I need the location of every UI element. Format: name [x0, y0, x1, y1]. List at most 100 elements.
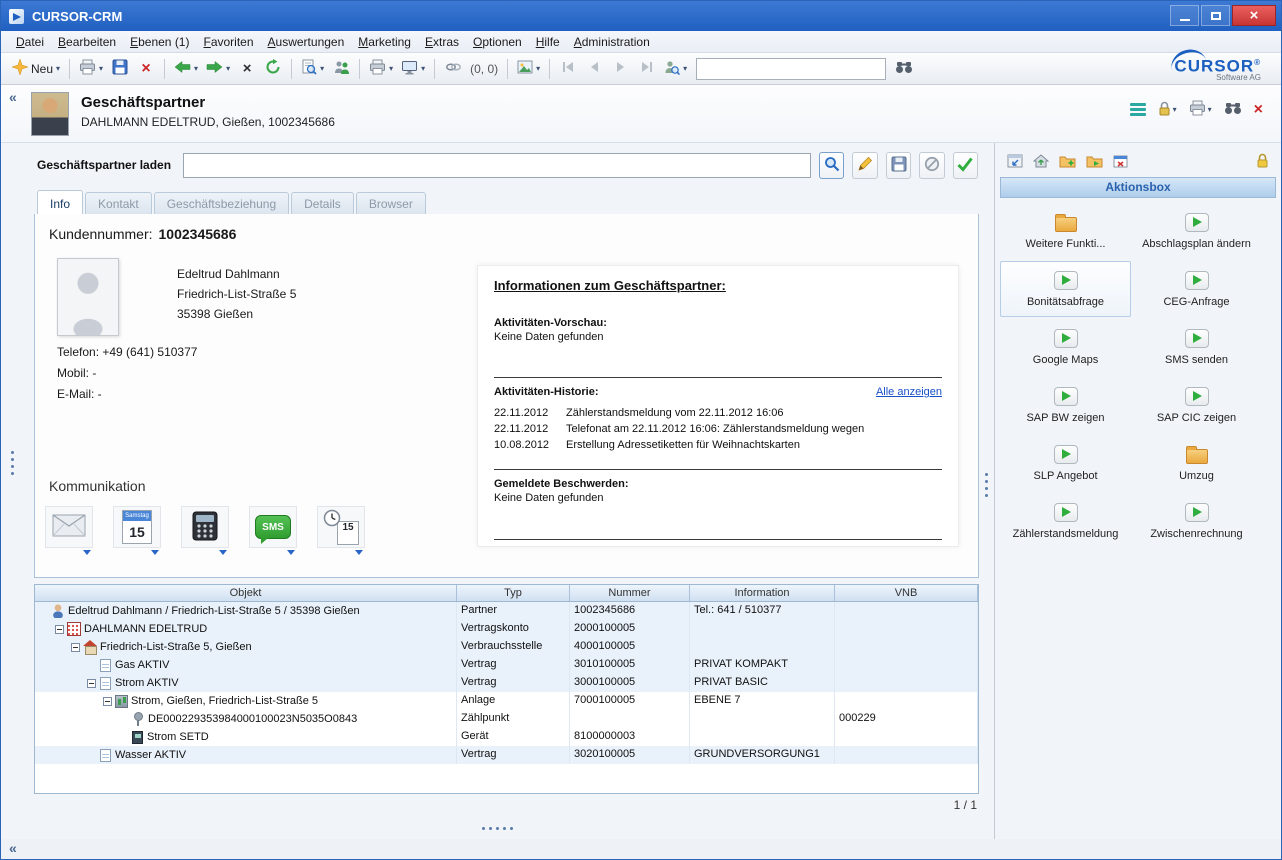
aktionsbox-lock-button[interactable] [1256, 153, 1269, 171]
menu-item[interactable]: Optionen [466, 32, 529, 52]
table-row[interactable]: Edeltrud Dahlmann / Friedrich-List-Straß… [35, 602, 978, 620]
tab[interactable]: Geschäftsbeziehung [154, 192, 289, 214]
close-record-button[interactable]: × [235, 56, 259, 82]
task-action-button[interactable]: 15 [317, 506, 365, 548]
table-row[interactable]: Strom, Gießen, Friedrich-List-Straße 5 A… [35, 692, 978, 710]
menu-item[interactable]: Marketing [351, 32, 418, 52]
minimize-button[interactable] [1170, 5, 1199, 26]
action-item[interactable]: Zwischenrechnung [1131, 493, 1262, 549]
back-button[interactable]: ▾ [171, 56, 201, 82]
menu-item[interactable]: Auswertungen [261, 32, 352, 52]
action-item[interactable]: Zählerstandsmeldung [1000, 493, 1131, 549]
collapse-bottom-button[interactable]: « [9, 841, 17, 855]
menu-item[interactable]: Bearbeiten [51, 32, 123, 52]
find-button[interactable] [892, 56, 916, 82]
column-header[interactable]: Information [690, 585, 835, 601]
table-row[interactable]: Strom SETD Gerät 8100000003 [35, 728, 978, 746]
refresh-button[interactable] [261, 56, 285, 82]
print-list-button[interactable]: ▾ [366, 56, 396, 82]
lock-button[interactable]: ▾ [1158, 101, 1177, 119]
tab[interactable]: Kontakt [85, 192, 152, 214]
tab[interactable]: Browser [356, 192, 426, 214]
action-item[interactable]: CEG-Anfrage [1131, 261, 1262, 317]
forward-button[interactable]: ▾ [203, 56, 233, 82]
table-row[interactable]: DAHLMANN EDELTRUD Vertragskonto 20001000… [35, 620, 978, 638]
loader-input[interactable] [183, 153, 811, 178]
action-item[interactable]: Bonitätsabfrage [1000, 261, 1131, 317]
edit-button[interactable] [852, 152, 877, 179]
dropdown-caret-icon[interactable] [287, 550, 295, 555]
column-header[interactable]: Typ [457, 585, 570, 601]
table-row[interactable]: Friedrich-List-Straße 5, Gießen Verbrauc… [35, 638, 978, 656]
nav-first-button[interactable] [556, 56, 580, 82]
dropdown-caret-icon[interactable] [151, 550, 159, 555]
action-item[interactable]: Umzug [1131, 435, 1262, 491]
collapse-left-button[interactable]: « [9, 90, 17, 104]
tab[interactable]: Details [291, 192, 354, 214]
toolbar-search-input[interactable] [696, 58, 886, 80]
menu-item[interactable]: Ebenen (1) [123, 32, 196, 52]
cancel-edit-button[interactable] [919, 152, 944, 179]
alle-anzeigen-link[interactable]: Alle anzeigen [876, 386, 942, 398]
home-up-button[interactable] [1033, 154, 1049, 171]
search-button[interactable] [819, 152, 844, 179]
action-item[interactable]: Abschlagsplan ändern [1131, 203, 1262, 259]
header-print-button[interactable]: ▾ [1189, 100, 1212, 119]
nav-prev-button[interactable] [582, 56, 606, 82]
expander-icon[interactable] [71, 643, 80, 652]
action-item[interactable]: SAP BW zeigen [1000, 377, 1131, 433]
import-window-button[interactable] [1007, 154, 1023, 171]
dropdown-caret-icon[interactable] [355, 550, 363, 555]
tab[interactable]: Info [37, 190, 83, 215]
preview-button[interactable]: ▾ [298, 56, 327, 82]
action-item[interactable]: SMS senden [1131, 319, 1262, 375]
folder-run-button[interactable] [1086, 154, 1103, 171]
delete-button[interactable]: × [134, 56, 158, 82]
print-button[interactable]: ▾ [76, 56, 106, 82]
menu-item[interactable]: Favoriten [196, 32, 260, 52]
confirm-button[interactable] [953, 152, 978, 179]
expander-icon[interactable] [103, 697, 112, 706]
menu-item[interactable]: Extras [418, 32, 466, 52]
relations-button[interactable] [329, 56, 353, 82]
person-search-button[interactable]: ▾ [660, 56, 690, 82]
table-row[interactable]: Strom AKTIV Vertrag 3000100005 PRIVAT BA… [35, 674, 978, 692]
save-button[interactable] [108, 56, 132, 82]
expander-icon[interactable] [87, 679, 96, 688]
action-item[interactable]: SLP Angebot [1000, 435, 1131, 491]
save-record-button[interactable] [886, 152, 911, 179]
link-button[interactable] [441, 56, 465, 82]
right-splitter-handle[interactable] [985, 473, 988, 501]
action-item[interactable]: Weitere Funkti... [1000, 203, 1131, 259]
folder-add-button[interactable] [1059, 154, 1076, 171]
new-button[interactable]: Neu▾ [9, 56, 63, 82]
calendar-remove-button[interactable] [1113, 154, 1128, 171]
nav-next-button[interactable] [608, 56, 632, 82]
header-search-button[interactable] [1224, 101, 1242, 118]
phone-action-button[interactable] [181, 506, 229, 548]
close-button[interactable]: × [1232, 5, 1276, 26]
left-splitter-handle[interactable] [11, 451, 14, 479]
table-row[interactable]: Gas AKTIV Vertrag 3010100005 PRIVAT KOMP… [35, 656, 978, 674]
sms-action-button[interactable]: SMS [249, 506, 297, 548]
menu-item[interactable]: Datei [9, 32, 51, 52]
dropdown-caret-icon[interactable] [219, 550, 227, 555]
column-header[interactable]: Nummer [570, 585, 690, 601]
table-row[interactable]: Wasser AKTIV Vertrag 3020100005 GRUNDVER… [35, 746, 978, 764]
image-button[interactable]: ▾ [514, 56, 543, 82]
layout-menu-button[interactable] [1130, 103, 1146, 116]
email-action-button[interactable] [45, 506, 93, 548]
action-item[interactable]: SAP CIC zeigen [1131, 377, 1262, 433]
action-item[interactable]: Google Maps [1000, 319, 1131, 375]
nav-last-button[interactable] [634, 56, 658, 82]
maximize-button[interactable] [1201, 5, 1230, 26]
screen-button[interactable]: ▾ [398, 56, 428, 82]
dropdown-caret-icon[interactable] [83, 550, 91, 555]
menu-item[interactable]: Hilfe [529, 32, 567, 52]
column-header[interactable]: VNB [835, 585, 978, 601]
header-close-button[interactable]: × [1254, 102, 1263, 118]
column-header[interactable]: Objekt [35, 585, 457, 601]
table-row[interactable]: DE000229353984000100023N5035O0843 Zählpu… [35, 710, 978, 728]
calendar-action-button[interactable]: Samstag 15 [113, 506, 161, 548]
menu-item[interactable]: Administration [567, 32, 657, 52]
